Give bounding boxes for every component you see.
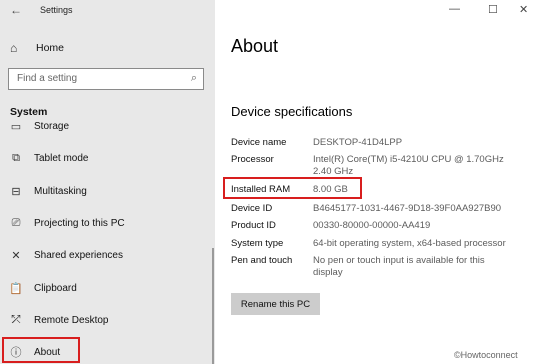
sidebar-item-label: Projecting to this PC: [34, 217, 125, 229]
minimize-icon[interactable]: —: [449, 3, 460, 15]
search-placeholder[interactable]: Find a setting: [17, 73, 77, 84]
specs-heading: Device specifications: [231, 104, 353, 119]
spec-value-pen-and-touch: No pen or touch input is available for t…: [313, 255, 485, 266]
spec-value-device-name: DESKTOP-41D4LPP: [313, 137, 403, 148]
tablet-mode-icon: ⧉: [12, 151, 20, 164]
spec-label-pen-and-touch: Pen and touch: [231, 255, 293, 266]
multitasking-icon: ⊟: [11, 185, 21, 198]
remote-desktop-icon: ⤱: [11, 313, 21, 326]
spec-label-system-type: System type: [231, 238, 284, 249]
sidebar-item-label: Multitasking: [34, 185, 87, 197]
sidebar-item-clipboard[interactable]: 📋 Clipboard: [0, 276, 206, 300]
sidebar-item-label: Shared experiences: [34, 249, 123, 261]
sidebar-item-remote-desktop[interactable]: ⤱ Remote Desktop: [0, 308, 206, 332]
close-icon[interactable]: ✕: [519, 3, 528, 16]
app-title: Settings: [40, 5, 73, 15]
spec-label-product-id: Product ID: [231, 220, 276, 231]
spec-value-system-type: 64-bit operating system, x64-based proce…: [313, 238, 506, 249]
maximize-icon[interactable]: ☐: [488, 3, 498, 16]
spec-label-device-name: Device name: [231, 137, 287, 148]
search-box[interactable]: Find a setting ⌕: [8, 68, 204, 90]
home-label: Home: [36, 42, 65, 54]
spec-label-device-id: Device ID: [231, 203, 273, 214]
rename-pc-button[interactable]: Rename this PC: [231, 293, 320, 315]
sidebar-item-label: Remote Desktop: [34, 314, 109, 326]
spec-label-processor: Processor: [231, 154, 274, 165]
section-title: System: [10, 106, 48, 118]
back-arrow-icon[interactable]: ←: [10, 3, 22, 17]
clipboard-icon: 📋: [9, 282, 23, 295]
sidebar-item-multitasking[interactable]: ⊟ Multitasking: [0, 179, 206, 203]
about-highlight-box: [2, 337, 80, 363]
ram-highlight-box: [223, 177, 362, 199]
storage-icon: ▭: [10, 120, 22, 133]
sidebar-item-label: Clipboard: [34, 282, 77, 294]
home-nav[interactable]: ⌂ Home: [10, 39, 64, 57]
home-icon: ⌂: [10, 41, 18, 55]
spec-value-processor: Intel(R) Core(TM) i5-4210U CPU @ 1.70GHz: [313, 154, 504, 165]
spec-value-product-id: 00330-80000-00000-AA419: [313, 220, 431, 231]
sidebar-item-projecting[interactable]: ⎚ Projecting to this PC: [0, 211, 206, 235]
sidebar-item-shared-experiences[interactable]: ✕ Shared experiences: [0, 243, 206, 267]
sidebar-item-tablet-mode[interactable]: ⧉ Tablet mode: [0, 146, 206, 170]
sidebar-item-label: Storage: [34, 120, 70, 132]
spec-value-pen-and-touch-line2: display: [313, 267, 343, 278]
projector-icon: ⎚: [11, 216, 21, 229]
sidebar-scrollbar[interactable]: [212, 248, 214, 364]
shared-experiences-icon: ✕: [11, 249, 21, 262]
page-title: About: [231, 36, 279, 56]
search-icon[interactable]: ⌕: [191, 72, 197, 85]
watermark: ©Howtoconnect: [454, 350, 518, 360]
sidebar-item-label: Tablet mode: [34, 152, 89, 164]
spec-value-device-id: B4645177-1031-4467-9D18-39F0AA927B90: [313, 203, 502, 214]
title-bar: ← Settings — ☐ ✕: [0, 0, 535, 22]
